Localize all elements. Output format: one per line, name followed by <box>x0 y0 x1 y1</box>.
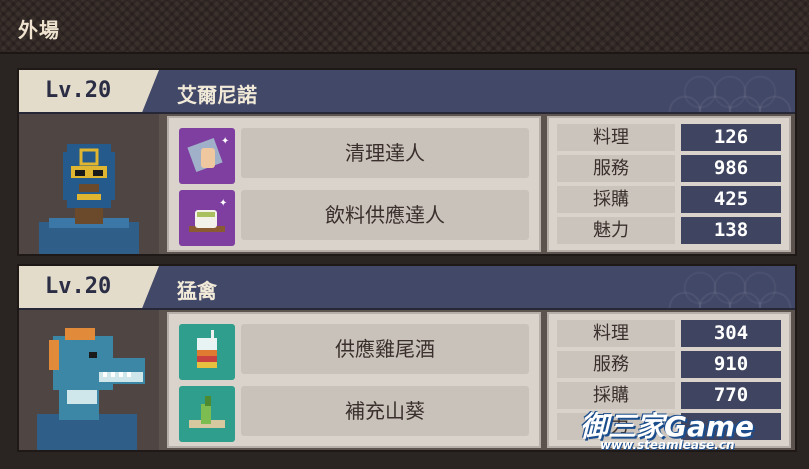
watermark-site: www.steamlease.cn <box>600 438 735 452</box>
staff-portrait-luchador <box>19 114 159 254</box>
wave-pattern-decoration <box>665 266 795 308</box>
stat-row-cooking: 料理 126 <box>557 124 783 151</box>
luchador-portrait-icon <box>39 144 139 254</box>
stat-label: 料理 <box>557 320 675 347</box>
skill-slot-1[interactable]: 供應雞尾酒 <box>175 320 533 380</box>
cleaning-icon: ✦ <box>179 128 235 184</box>
staff-name: 猛禽 <box>177 279 217 303</box>
stat-value: 425 <box>681 186 781 213</box>
stat-row-service: 服務 986 <box>557 155 783 182</box>
stat-label: 魅力 <box>557 217 675 244</box>
wave-pattern-decoration <box>665 70 795 112</box>
staff-portrait-raptor <box>19 310 159 450</box>
stat-row-service: 服務 910 <box>557 351 783 378</box>
stat-row-procurement: 採購 425 <box>557 186 783 213</box>
skill-name: 供應雞尾酒 <box>335 337 435 361</box>
level-badge: Lv.20 <box>19 266 159 308</box>
staff-card-header: Lv.20 猛禽 <box>19 266 795 310</box>
svg-text:✦: ✦ <box>219 198 227 209</box>
staff-card-header: Lv.20 艾爾尼諾 <box>19 70 795 114</box>
staff-name: 艾爾尼諾 <box>177 83 257 107</box>
stat-label: 料理 <box>557 124 675 151</box>
skill-panel: 供應雞尾酒 補充山葵 <box>167 312 541 448</box>
svg-text:✦: ✦ <box>221 136 229 147</box>
stat-value: 986 <box>681 155 781 182</box>
tea-cup-icon: ✦ <box>179 190 235 246</box>
skill-slot-2[interactable]: ✦ 飲料供應達人 <box>175 186 533 246</box>
stat-value: 126 <box>681 124 781 151</box>
stat-row-charm: 魅力 138 <box>557 217 783 244</box>
stat-label: 採購 <box>557 186 675 213</box>
level-badge: Lv.20 <box>19 70 159 112</box>
stat-label: 服務 <box>557 351 675 378</box>
stats-panel: 料理 126 服務 986 採購 425 魅力 138 <box>547 116 791 252</box>
cocktail-icon <box>179 324 235 380</box>
skill-name: 飲料供應達人 <box>325 203 445 227</box>
stat-row-cooking: 料理 304 <box>557 320 783 347</box>
stat-value: 138 <box>681 217 781 244</box>
level-text: Lv.20 <box>45 78 112 103</box>
wasabi-icon <box>179 386 235 442</box>
level-text: Lv.20 <box>45 274 112 299</box>
stat-value: 910 <box>681 351 781 378</box>
stat-label: 服務 <box>557 155 675 182</box>
section-title: 外場 <box>18 18 60 42</box>
skill-slot-2[interactable]: 補充山葵 <box>175 382 533 442</box>
section-header-bar: 外場 <box>0 0 809 54</box>
raptor-portrait-icon <box>37 328 145 450</box>
skill-panel: ✦ 清理達人 ✦ 飲料供應達人 <box>167 116 541 252</box>
skill-name: 補充山葵 <box>345 399 425 423</box>
watermark-overlay: 御三家Game www.steamlease.cn <box>580 405 800 455</box>
skill-slot-1[interactable]: ✦ 清理達人 <box>175 124 533 184</box>
stat-value: 304 <box>681 320 781 347</box>
staff-card-1[interactable]: Lv.20 艾爾尼諾 ✦ 清理達人 ✦ 飲料供應達人 料理 126 服務 986… <box>17 68 797 256</box>
skill-name: 清理達人 <box>345 141 425 165</box>
